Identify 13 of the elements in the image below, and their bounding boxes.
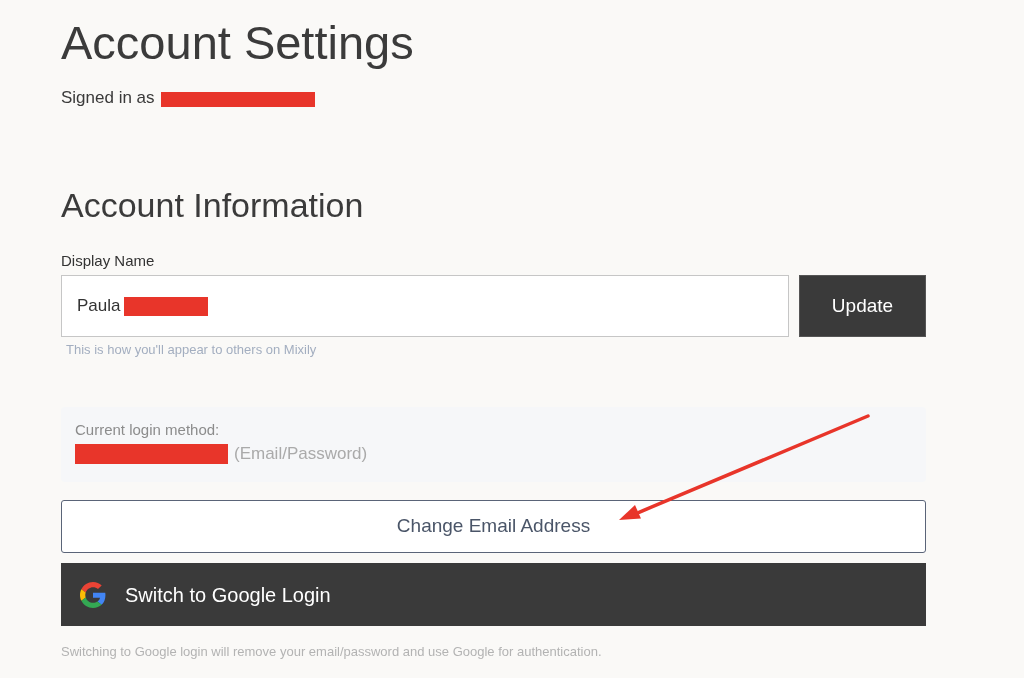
update-button[interactable]: Update (799, 275, 926, 337)
display-name-field[interactable]: Paula (61, 275, 789, 337)
login-method-detail: (Email/Password) (234, 443, 368, 465)
google-login-button[interactable]: Switch to Google Login (61, 563, 926, 626)
note-text: Switching to Google login will remove your email/password and use Google for authentication. (61, 643, 602, 661)
change-email-button[interactable]: Change Email Address (61, 500, 926, 553)
helper-text: This is how you'll appear to others on Mixily (66, 341, 317, 359)
signed-in-label: Signed in as (61, 87, 155, 109)
google-icon (80, 581, 106, 608)
field-label: Display Name (61, 251, 155, 271)
login-method-label: Current login method: (75, 420, 220, 440)
page-title: Account Settings (61, 15, 414, 71)
section-heading: Account Information (61, 185, 364, 225)
